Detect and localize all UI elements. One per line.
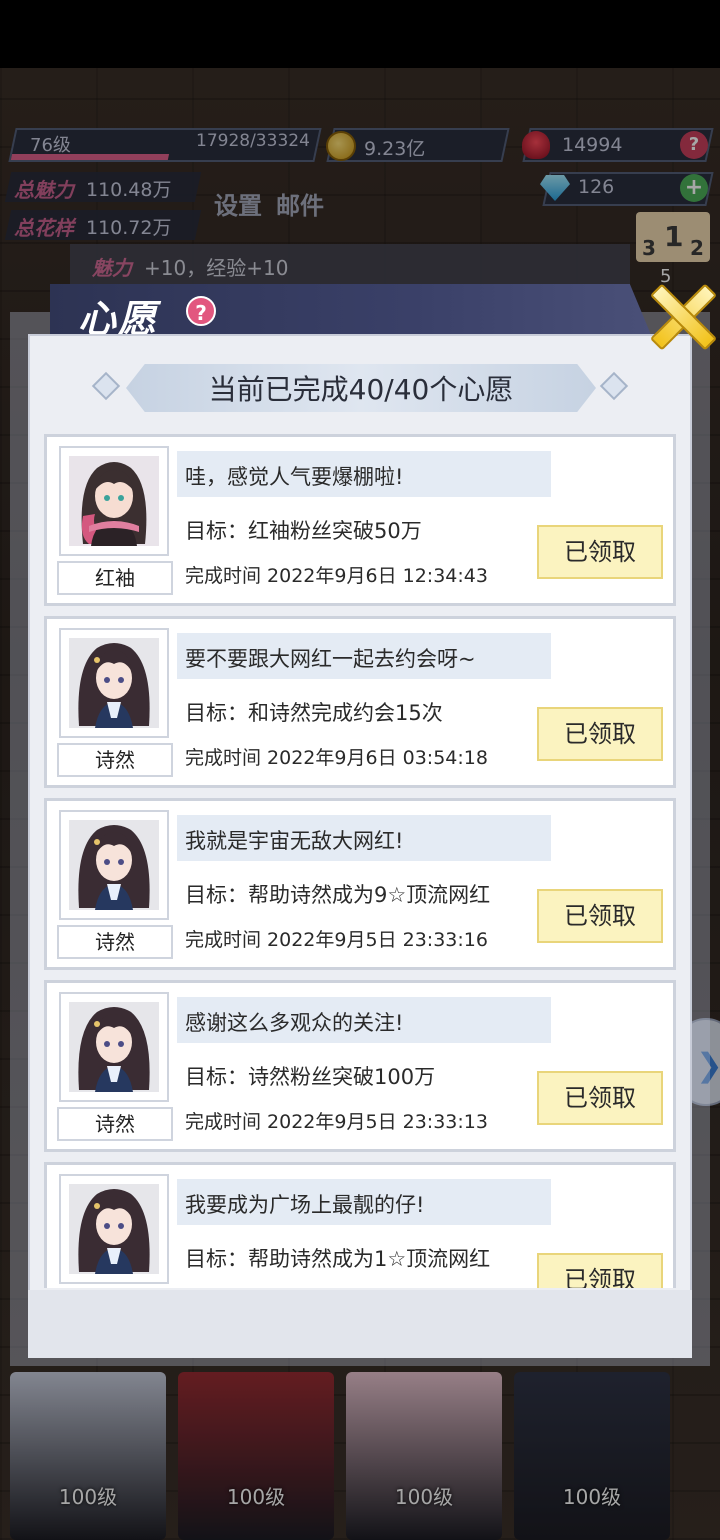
avatar xyxy=(69,1002,159,1092)
avatar-frame xyxy=(59,992,169,1102)
wish-completion-time: 完成时间 2022年9月6日 03:54:18 xyxy=(185,747,488,769)
avatar-frame xyxy=(59,810,169,920)
help-icon[interactable]: ? xyxy=(186,296,216,326)
wish-goal: 目标：红袖粉丝突破50万 xyxy=(185,519,422,543)
claimed-button[interactable]: 已领取 xyxy=(537,889,663,943)
wish-quote: 要不要跟大网红一起去约会呀~ xyxy=(185,647,476,671)
wish-card: 诗然 我要成为广场上最靓的仔! 目标：帮助诗然成为1☆顶流网红 已领取 xyxy=(44,1162,676,1288)
character-name: 诗然 xyxy=(57,925,173,959)
wish-completion-time: 完成时间 2022年9月5日 23:33:16 xyxy=(185,929,488,951)
wish-goal: 目标：帮助诗然成为1☆顶流网红 xyxy=(185,1247,491,1271)
avatar-frame xyxy=(59,446,169,556)
character-name: 红袖 xyxy=(57,561,173,595)
wish-goal: 目标：诗然粉丝突破100万 xyxy=(185,1065,436,1089)
claimed-button[interactable]: 已领取 xyxy=(537,1253,663,1288)
character-name: 诗然 xyxy=(57,743,173,777)
avatar xyxy=(69,456,159,546)
wish-quote: 感谢这么多观众的关注! xyxy=(185,1011,404,1035)
wish-card: 诗然 要不要跟大网红一起去约会呀~ 目标：和诗然完成约会15次 完成时间 202… xyxy=(44,616,676,788)
wish-completion-time: 完成时间 2022年9月5日 23:33:13 xyxy=(185,1111,488,1133)
close-icon[interactable] xyxy=(648,282,714,348)
avatar-frame xyxy=(59,1174,169,1284)
wish-goal: 目标：和诗然完成约会15次 xyxy=(185,701,443,725)
avatar xyxy=(69,638,159,728)
avatar xyxy=(69,820,159,910)
character-name: 诗然 xyxy=(57,1107,173,1141)
wish-completion-time: 完成时间 2022年9月6日 12:34:43 xyxy=(185,565,488,587)
wish-goal: 目标：帮助诗然成为9☆顶流网红 xyxy=(185,883,491,907)
wish-quote: 我要成为广场上最靓的仔! xyxy=(185,1193,425,1217)
wish-summary: 当前已完成40/40个心愿 xyxy=(208,373,514,406)
wish-card: 诗然 我就是宇宙无敌大网红! 目标：帮助诗然成为9☆顶流网红 完成时间 2022… xyxy=(44,798,676,970)
claimed-button[interactable]: 已领取 xyxy=(537,525,663,579)
wish-card: 诗然 感谢这么多观众的关注! 目标：诗然粉丝突破100万 完成时间 2022年9… xyxy=(44,980,676,1152)
claimed-button[interactable]: 已领取 xyxy=(537,1071,663,1125)
wish-list[interactable]: 红袖 哇，感觉人气要爆棚啦! 目标：红袖粉丝突破50万 完成时间 2022年9月… xyxy=(44,434,676,1288)
claimed-button[interactable]: 已领取 xyxy=(537,707,663,761)
modal-footer xyxy=(28,1290,692,1358)
avatar xyxy=(69,1184,159,1274)
wish-quote: 哇，感觉人气要爆棚啦! xyxy=(185,465,404,489)
avatar-frame xyxy=(59,628,169,738)
wish-card: 红袖 哇，感觉人气要爆棚啦! 目标：红袖粉丝突破50万 完成时间 2022年9月… xyxy=(44,434,676,606)
wish-quote: 我就是宇宙无敌大网红! xyxy=(185,829,404,853)
